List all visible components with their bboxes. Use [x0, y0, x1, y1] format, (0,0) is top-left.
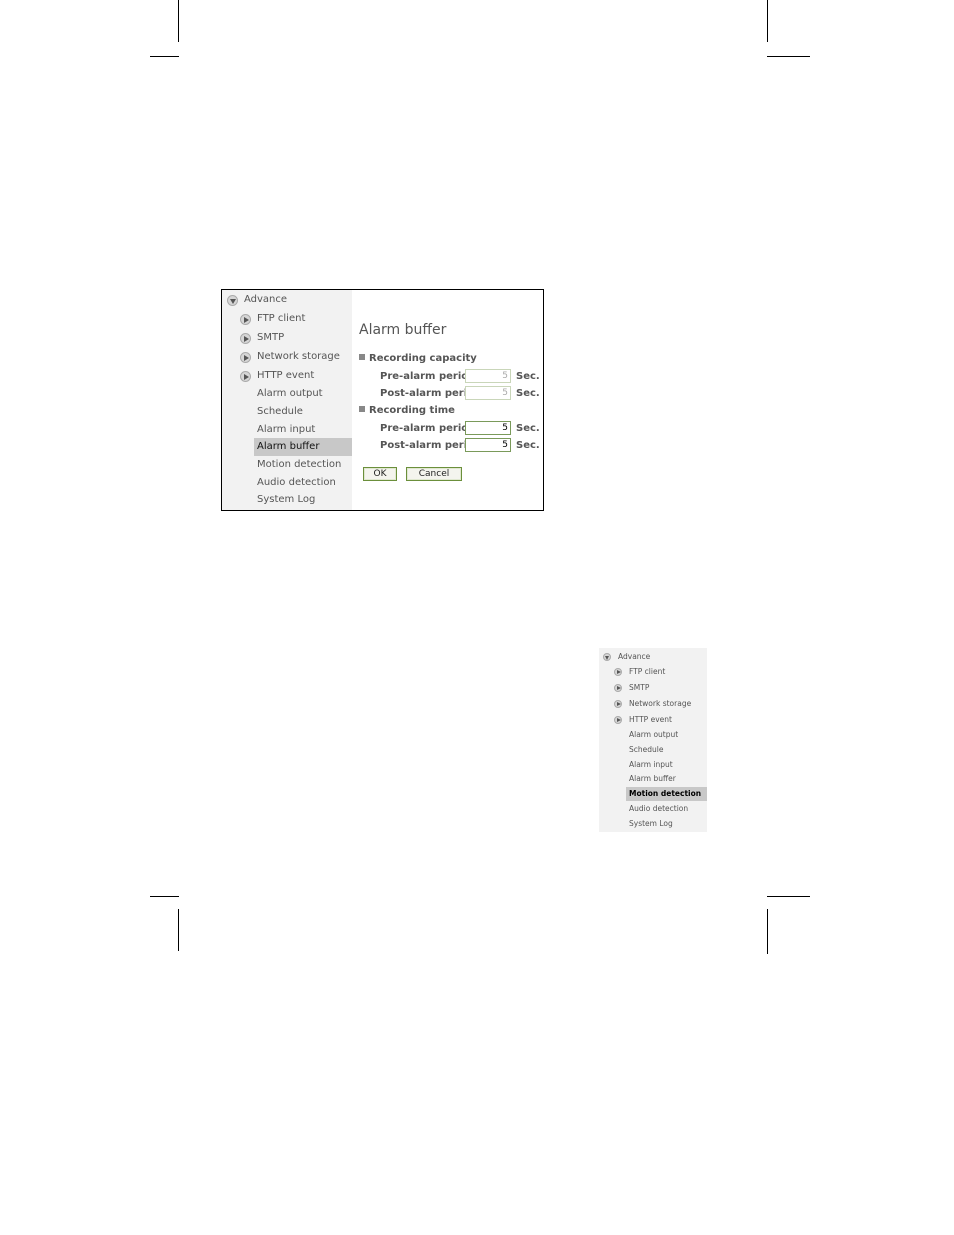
capacity-pre-alarm-input: [465, 369, 511, 383]
capacity-post-alarm-input: [465, 386, 511, 400]
chevron-right-icon: [614, 668, 622, 676]
chevron-right-icon: [240, 352, 251, 363]
recording-capacity-heading: Recording capacity: [359, 353, 477, 364]
sidebar-item-smtp[interactable]: SMTP: [599, 681, 707, 695]
chevron-right-icon: [614, 716, 622, 724]
sidebar-item-network-storage[interactable]: Network storage: [599, 697, 707, 711]
chevron-right-icon: [240, 371, 251, 382]
sidebar-item-alarm-buffer[interactable]: Alarm buffer: [626, 772, 707, 786]
cancel-button[interactable]: Cancel: [406, 467, 462, 481]
sidebar-item-schedule[interactable]: Schedule: [254, 403, 352, 421]
sidebar-item-alarm-buffer[interactable]: Alarm buffer: [254, 438, 352, 456]
ok-button[interactable]: OK: [363, 467, 397, 481]
sidebar-item-system-log[interactable]: System Log: [254, 491, 352, 509]
chevron-right-icon: [240, 333, 251, 344]
sidebar-root-advance[interactable]: Advance: [599, 650, 707, 664]
collapse-square-icon: [359, 406, 365, 412]
crop-mark: [767, 56, 810, 57]
sidebar-item-audio-detection[interactable]: Audio detection: [626, 802, 707, 816]
sidebar-item-http-event[interactable]: HTTP event: [599, 713, 707, 727]
chevron-right-icon: [614, 700, 622, 708]
sidebar-item-ftp-client[interactable]: FTP client: [222, 310, 352, 328]
page-title: Alarm buffer: [359, 322, 447, 338]
crop-mark: [767, 896, 810, 897]
recording-time-heading: Recording time: [359, 405, 455, 416]
sidebar-item-motion-detection[interactable]: Motion detection: [626, 787, 707, 801]
alarm-buffer-panel: Alarm buffer Recording capacity Pre-alar…: [354, 290, 543, 510]
chevron-down-icon: [603, 653, 611, 661]
crop-mark: [150, 56, 179, 57]
sidebar-item-network-storage[interactable]: Network storage: [222, 348, 352, 366]
sidebar-item-audio-detection[interactable]: Audio detection: [254, 474, 352, 492]
sidebar-item-alarm-input[interactable]: Alarm input: [254, 421, 352, 439]
chevron-right-icon: [614, 684, 622, 692]
sidebar-root-advance[interactable]: Advance: [222, 291, 352, 309]
sidebar-item-alarm-input[interactable]: Alarm input: [626, 758, 707, 772]
time-pre-alarm-input[interactable]: [465, 421, 511, 435]
sidebar-item-alarm-output[interactable]: Alarm output: [626, 728, 707, 742]
chevron-down-icon: [227, 295, 238, 306]
sidebar-item-motion-detection[interactable]: Motion detection: [254, 456, 352, 474]
crop-mark: [150, 896, 179, 897]
crop-mark: [178, 909, 179, 951]
collapse-square-icon: [359, 354, 365, 360]
motion-detection-menu-screenshot: Advance FTP client SMTP Network storage …: [599, 648, 707, 832]
crop-mark: [178, 0, 179, 42]
crop-mark: [767, 909, 768, 954]
time-post-alarm-input[interactable]: [465, 438, 511, 452]
sidebar-item-http-event[interactable]: HTTP event: [222, 367, 352, 385]
sidebar-item-smtp[interactable]: SMTP: [222, 329, 352, 347]
crop-mark: [767, 0, 768, 42]
sidebar-item-alarm-output[interactable]: Alarm output: [254, 385, 352, 403]
sidebar-item-system-log[interactable]: System Log: [626, 817, 707, 831]
sidebar-item-schedule[interactable]: Schedule: [626, 743, 707, 757]
alarm-buffer-screenshot: Advance FTP client SMTP Network storage …: [221, 289, 544, 511]
chevron-right-icon: [240, 314, 251, 325]
sidebar-item-ftp-client[interactable]: FTP client: [599, 665, 707, 679]
sidebar: Advance FTP client SMTP Network storage …: [222, 290, 352, 510]
